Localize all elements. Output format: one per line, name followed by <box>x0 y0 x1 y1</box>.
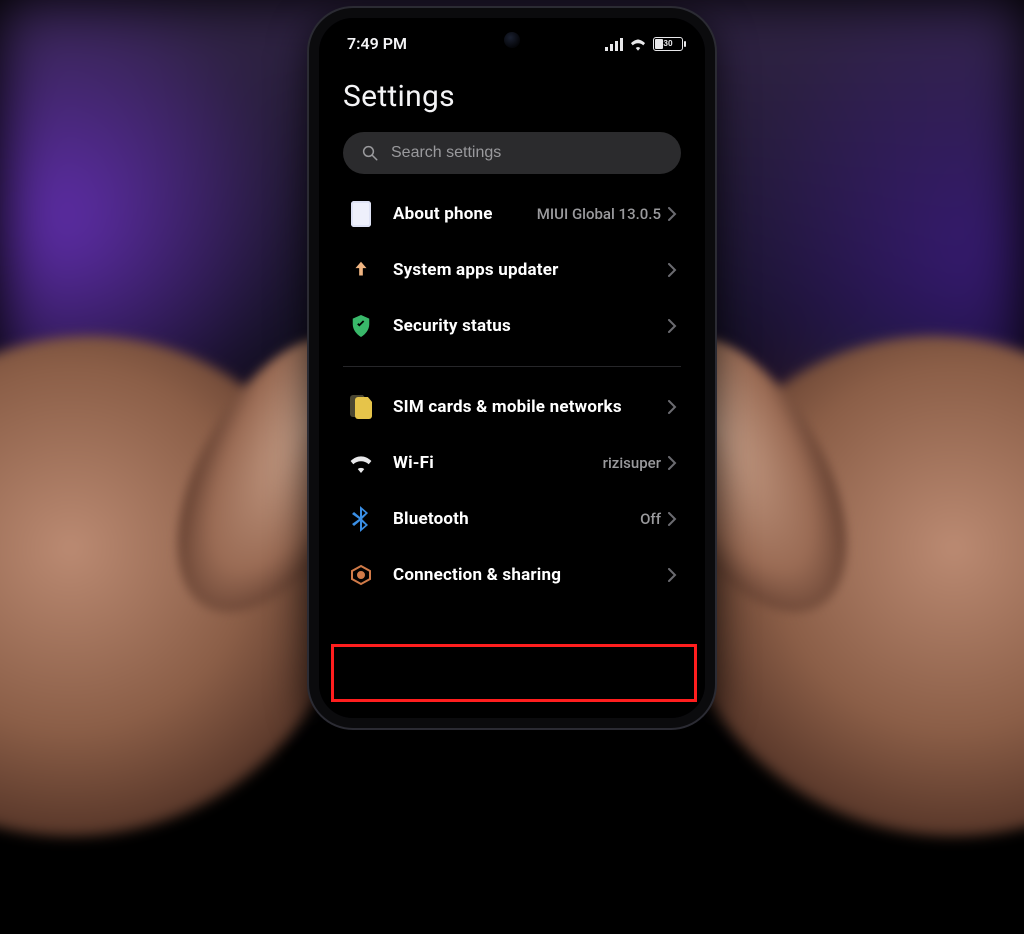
about-phone-icon <box>347 200 375 228</box>
row-label: Connection & sharing <box>393 565 667 585</box>
wifi-icon <box>347 449 375 477</box>
row-sim-cards[interactable]: SIM cards & mobile networks <box>343 379 681 435</box>
row-security-status[interactable]: Security status <box>343 298 681 354</box>
sim-icon <box>347 393 375 421</box>
phone-screen: 7:49 PM 30 Settings About phone <box>319 18 705 718</box>
row-about-phone[interactable]: About phone MIUI Global 13.0.5 <box>343 186 681 242</box>
row-label: Bluetooth <box>393 509 640 529</box>
shield-icon <box>347 312 375 340</box>
chevron-right-icon <box>667 400 677 414</box>
battery-percent: 30 <box>654 39 682 48</box>
row-value: Off <box>640 510 661 528</box>
status-time: 7:49 PM <box>347 34 407 53</box>
chevron-right-icon <box>667 512 677 526</box>
updater-icon <box>347 256 375 284</box>
wifi-icon <box>629 37 647 51</box>
row-value: rizisuper <box>603 454 661 472</box>
row-label: Security status <box>393 316 667 336</box>
row-label: System apps updater <box>393 260 667 280</box>
page-title: Settings <box>343 79 681 114</box>
status-icons-right: 30 <box>605 37 683 51</box>
row-value: MIUI Global 13.0.5 <box>537 205 661 223</box>
battery-icon: 30 <box>653 37 683 51</box>
row-system-apps-updater[interactable]: System apps updater <box>343 242 681 298</box>
chevron-right-icon <box>667 568 677 582</box>
row-wifi[interactable]: Wi-Fi rizisuper <box>343 435 681 491</box>
bluetooth-icon <box>347 505 375 533</box>
row-label: About phone <box>393 204 537 224</box>
connection-sharing-icon <box>347 561 375 589</box>
search-icon <box>361 144 379 162</box>
search-input[interactable] <box>391 144 663 162</box>
search-bar[interactable] <box>343 132 681 174</box>
settings-page: Settings About phone MIUI Global 13.0.5 … <box>319 53 705 603</box>
chevron-right-icon <box>667 263 677 277</box>
annotation-highlight-box <box>331 644 697 702</box>
row-label: Wi-Fi <box>393 453 603 473</box>
row-label: SIM cards & mobile networks <box>393 397 667 417</box>
settings-group-2: SIM cards & mobile networks Wi-Fi rizisu… <box>343 379 681 603</box>
row-connection-sharing[interactable]: Connection & sharing <box>343 547 681 603</box>
divider <box>343 366 681 367</box>
signal-icon <box>605 37 623 51</box>
phone-frame: 7:49 PM 30 Settings About phone <box>309 8 715 728</box>
settings-group-1: About phone MIUI Global 13.0.5 System ap… <box>343 186 681 354</box>
status-bar: 7:49 PM 30 <box>319 18 705 53</box>
chevron-right-icon <box>667 207 677 221</box>
row-bluetooth[interactable]: Bluetooth Off <box>343 491 681 547</box>
chevron-right-icon <box>667 456 677 470</box>
chevron-right-icon <box>667 319 677 333</box>
